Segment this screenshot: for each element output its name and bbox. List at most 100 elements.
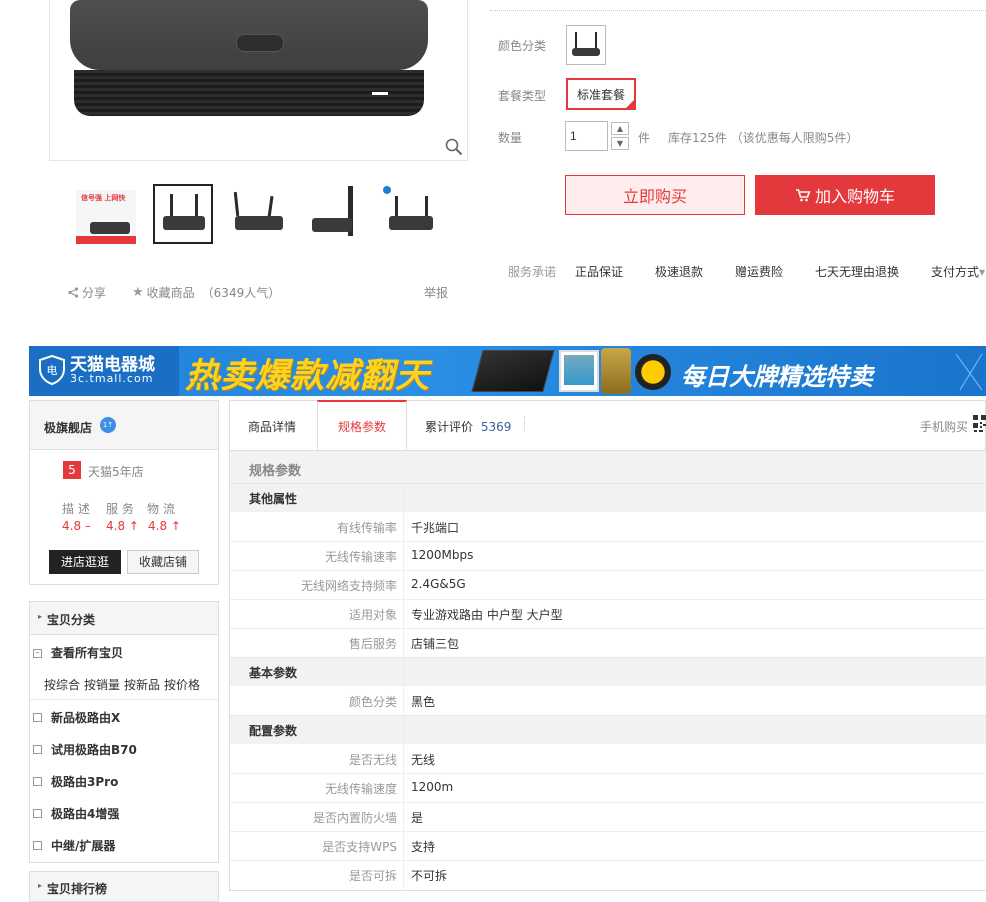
checkbox-icon[interactable] (33, 713, 42, 722)
category-item[interactable]: 中继/扩展器 (51, 837, 115, 854)
sort-by-overall[interactable]: 按综合 (44, 676, 80, 693)
rating-description: 4.8 – (62, 519, 91, 533)
color-label: 颜色分类 (498, 39, 547, 53)
mobile-buy-link[interactable]: 手机购买 (920, 418, 968, 435)
svg-text:电: 电 (47, 364, 58, 377)
service-shipping-insurance[interactable]: 赠运费险 (735, 263, 783, 280)
router-led (372, 92, 388, 95)
spec-key: 适用对象 (348, 608, 397, 622)
spec-value: 无线 (411, 753, 436, 767)
service-seven-day-return[interactable]: 七天无理由退换 (815, 263, 899, 280)
spec-section (230, 715, 986, 744)
spec-heading-bar: 规格参数 (230, 450, 986, 483)
spec-value: 1200m (411, 780, 454, 794)
category-item[interactable]: 极路由4增强 (51, 805, 119, 822)
payment-method[interactable]: 支付方式▾ (931, 263, 985, 280)
spec-key: 无线传输速度 (324, 782, 397, 796)
quantity-input[interactable] (565, 121, 608, 151)
category-item[interactable]: 试用极路由B70 (51, 741, 137, 758)
sort-by-price[interactable]: 按价格 (164, 676, 200, 693)
main-product-image[interactable] (49, 0, 468, 161)
router-logo (236, 34, 284, 52)
color-option-black[interactable] (566, 25, 606, 65)
chevron-down-icon: ▾ (979, 265, 986, 279)
banner-subheadline: 每日大牌精选特卖 (681, 363, 873, 391)
stock-info: 库存125件 （该优惠每人限购5件） (668, 131, 859, 145)
collapse-icon[interactable]: – (33, 649, 42, 658)
tab-specifications-label: 规格参数 (337, 420, 386, 434)
payment-label: 支付方式 (931, 265, 980, 279)
promo-banner[interactable]: 电 天猫电器城 3c.tmall.com 热卖爆款减翻天 每日大牌精选特卖 (29, 346, 986, 396)
category-item[interactable]: 新品极路由X (51, 709, 120, 726)
spec-value: 2.4G&5G (411, 577, 466, 591)
spec-key: 是否支持WPS (322, 840, 397, 854)
banner-logo-url: 3c.tmall.com (70, 372, 154, 385)
tab-specifications[interactable]: 规格参数 (317, 400, 407, 451)
checkbox-icon[interactable] (33, 777, 42, 786)
thumbnail-5[interactable] (381, 184, 441, 244)
share-label: 分享 (82, 285, 107, 300)
category-panel: ▸ 宝贝分类 – 查看所有宝贝 按综合 按销量 按新品 按价格 新品极路由X 试… (29, 601, 219, 863)
quantity-unit: 件 (638, 131, 651, 145)
tab-reviews[interactable]: 累计评价 5369 (425, 418, 511, 435)
checkbox-icon[interactable] (33, 745, 42, 754)
spec-column-divider (403, 483, 404, 891)
tab-reviews-label: 累计评价 (425, 420, 474, 434)
review-count: 5369 (480, 420, 512, 434)
thumbnail-3[interactable] (229, 184, 289, 244)
spec-section-title: 其他属性 (249, 492, 298, 506)
bullet-icon: ▸ (38, 612, 43, 621)
add-to-cart-label: 加入购物车 (814, 187, 895, 206)
ranking-title: 宝贝排行榜 (47, 882, 108, 896)
service-genuine[interactable]: 正品保证 (575, 263, 623, 280)
ranking-panel-header[interactable]: ▸ 宝贝排行榜 (29, 871, 219, 902)
enter-shop-button[interactable]: 进店逛逛 (49, 550, 121, 574)
thumbnail-4[interactable] (306, 184, 366, 244)
quantity-increase-button[interactable]: ▲ (611, 122, 629, 135)
shop-years-text: 天猫5年店 (88, 465, 144, 479)
favorite-item-link[interactable]: ★ 收藏商品 （6349人气） (132, 284, 280, 300)
category-item[interactable]: 极路由3Pro (51, 773, 118, 790)
report-link[interactable]: 举报 (424, 284, 448, 300)
sort-by-sales[interactable]: 按销量 (84, 676, 120, 693)
cart-icon (795, 189, 811, 202)
view-all-items-link[interactable]: 查看所有宝贝 (51, 644, 123, 661)
divider (490, 10, 986, 11)
tab-product-detail[interactable]: 商品详情 (248, 418, 296, 435)
sort-by-new[interactable]: 按新品 (124, 676, 160, 693)
add-to-cart-button[interactable]: 加入购物车 (755, 175, 935, 215)
buy-now-button[interactable]: 立即购买 (565, 175, 745, 215)
spec-value: 千兆端口 (411, 521, 460, 535)
favorite-label: 收藏商品 (146, 285, 195, 300)
share-link[interactable]: 分享 (68, 284, 106, 300)
package-label: 套餐类型 (498, 89, 547, 103)
spec-value: 店铺三包 (411, 637, 460, 651)
robot-vacuum-image (635, 354, 671, 390)
magnifier-icon[interactable] (445, 138, 463, 156)
package-option[interactable]: 标准套餐 (566, 78, 636, 110)
bullet-icon: ▸ (38, 881, 43, 890)
category-title: 宝贝分类 (47, 613, 96, 627)
checkbox-icon[interactable] (33, 809, 42, 818)
shop-name[interactable]: 极旗舰店 (44, 419, 92, 436)
spec-key: 售后服务 (348, 637, 397, 651)
quantity-label: 数量 (498, 131, 523, 145)
tmall-shield-icon: 电 (39, 355, 65, 385)
thumbnail-promo-text: 信号强 上网快 (81, 194, 126, 202)
thumbnail-2[interactable] (153, 184, 213, 244)
spec-section-title: 配置参数 (249, 724, 298, 738)
rating-header-service: 服 务 (106, 502, 134, 516)
spec-section (230, 483, 986, 512)
qr-code-icon[interactable] (973, 415, 986, 433)
package-option-text: 标准套餐 (576, 87, 625, 102)
service-fast-refund[interactable]: 极速退款 (655, 263, 703, 280)
favorite-shop-button[interactable]: 收藏店铺 (127, 550, 199, 574)
spec-value: 是 (411, 811, 424, 825)
shop-years-badge: 5 (63, 461, 81, 479)
thumbnail-1[interactable]: 信号强 上网快 (76, 184, 136, 244)
buy-now-label: 立即购买 (622, 187, 687, 206)
keyboard-image (471, 350, 555, 392)
quantity-decrease-button[interactable]: ▼ (611, 137, 629, 150)
spec-key: 是否无线 (348, 753, 397, 767)
checkbox-icon[interactable] (33, 841, 42, 850)
